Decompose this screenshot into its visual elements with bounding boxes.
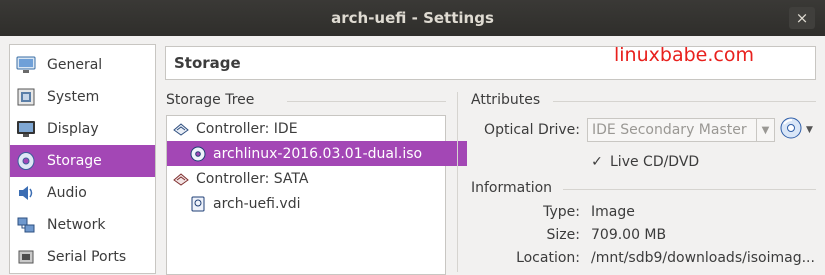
storage-tree-label: Storage Tree [166, 92, 255, 108]
hard-disk-icon [189, 195, 207, 213]
optical-disc-icon [189, 145, 207, 163]
close-button[interactable]: × [789, 7, 815, 29]
live-cd-checkbox[interactable]: ✓ [590, 154, 604, 170]
optical-drive-value: IDE Secondary Master [592, 122, 747, 138]
watermark-text: linuxbabe.com [614, 44, 754, 66]
divider [457, 92, 458, 272]
attributes-label: Attributes [471, 92, 541, 108]
sidebar-item-label: System [47, 89, 100, 105]
info-type-label: Type: [543, 204, 580, 220]
optical-drive-select[interactable]: IDE Secondary Master ▼ [587, 118, 775, 142]
sidebar-item-label: General [47, 57, 103, 73]
sidebar-item-audio[interactable]: Audio [10, 177, 155, 209]
serial-ports-icon [15, 246, 37, 268]
choose-disk-button[interactable]: ▼ [779, 117, 817, 143]
display-icon [15, 118, 37, 140]
title-bar: arch-uefi - Settings × [0, 0, 825, 36]
checkmark-icon: ✓ [591, 154, 603, 170]
close-icon: × [795, 9, 809, 27]
sidebar-item-display[interactable]: Display [10, 113, 155, 145]
info-size-label: Size: [546, 227, 580, 243]
sidebar-item-label: Storage [47, 153, 102, 169]
sidebar-item-storage[interactable]: Storage [10, 145, 155, 177]
divider [287, 101, 446, 102]
live-cd-label: Live CD/DVD [610, 154, 700, 170]
general-icon [15, 54, 37, 76]
info-location-value: /mnt/sdb9/downloads/isoimag... [591, 250, 815, 266]
storage-icon [15, 150, 37, 172]
divider [553, 101, 816, 102]
sata-controller-icon [172, 170, 190, 188]
sidebar-item-label: Network [47, 217, 106, 233]
chevron-down-icon: ▼ [806, 125, 813, 135]
sidebar-item-general[interactable]: General [10, 49, 155, 81]
ide-controller-icon [172, 120, 190, 138]
tree-item-label: Controller: SATA [196, 170, 309, 187]
optical-drive-label: Optical Drive: [484, 122, 580, 138]
system-icon [15, 86, 37, 108]
sidebar-item-label: Audio [47, 185, 87, 201]
network-icon [15, 214, 37, 236]
sidebar-item-network[interactable]: Network [10, 209, 155, 241]
tree-item-vdi[interactable]: arch-uefi.vdi [167, 191, 467, 216]
sidebar-item-serial-ports[interactable]: Serial Ports [10, 241, 155, 273]
tree-item-ide-controller[interactable]: Controller: IDE [167, 116, 450, 141]
window-title: arch-uefi - Settings [331, 9, 494, 27]
tree-item-label: Controller: IDE [196, 120, 298, 137]
sidebar-item-label: Display [47, 121, 99, 137]
information-label: Information [471, 180, 553, 196]
chevron-down-icon: ▼ [756, 119, 774, 141]
info-location-label: Location: [516, 250, 580, 266]
tree-item-label: archlinux-2016.03.01-dual.iso [213, 145, 423, 162]
settings-sidebar: General System Display Storage Audio Net… [9, 44, 156, 274]
divider [563, 189, 816, 190]
tree-item-label: arch-uefi.vdi [213, 195, 301, 212]
tree-item-iso[interactable]: archlinux-2016.03.01-dual.iso [167, 141, 467, 166]
sidebar-item-system[interactable]: System [10, 81, 155, 113]
tree-item-sata-controller[interactable]: Controller: SATA [167, 166, 450, 191]
info-type-value: Image [591, 204, 635, 220]
audio-icon [15, 182, 37, 204]
storage-tree[interactable]: Controller: IDE archlinux-2016.03.01-dua… [166, 115, 467, 275]
info-size-value: 709.00 MB [591, 227, 667, 243]
optical-disc-icon [779, 116, 803, 144]
sidebar-item-label: Serial Ports [47, 249, 127, 265]
